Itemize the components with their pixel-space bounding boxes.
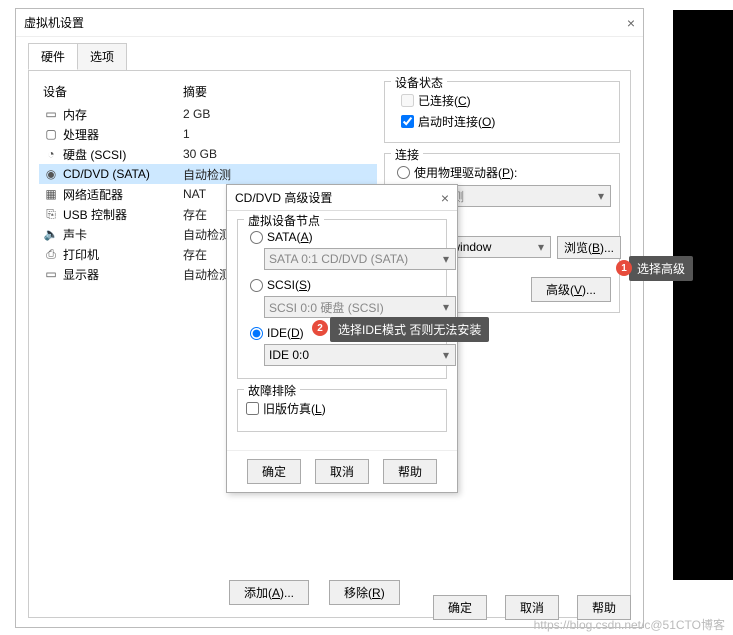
device-icon: ⎙ bbox=[43, 247, 59, 262]
ide-select[interactable]: IDE 0:0 bbox=[264, 344, 456, 366]
device-icon: ◔ bbox=[43, 147, 59, 161]
add-button[interactable]: 添加(A)... bbox=[229, 580, 309, 605]
device-summary: 存在 bbox=[183, 206, 207, 223]
sata-select: SATA 0:1 CD/DVD (SATA) bbox=[264, 248, 456, 270]
close-icon[interactable]: × bbox=[627, 15, 635, 31]
annotation-badge-2: 2 bbox=[312, 320, 328, 336]
device-summary: 自动检测 bbox=[183, 266, 231, 283]
device-icon: ▢ bbox=[43, 127, 59, 141]
device-name: CD/DVD (SATA) bbox=[63, 167, 183, 181]
device-name: 内存 bbox=[63, 106, 183, 123]
connected-input bbox=[401, 94, 414, 107]
remove-button[interactable]: 移除(R) bbox=[329, 580, 400, 605]
device-row-0[interactable]: ▭ 内存2 GB bbox=[39, 104, 377, 124]
background-panel bbox=[673, 10, 733, 580]
device-row-2[interactable]: ◔ 硬盘 (SCSI)30 GB bbox=[39, 144, 377, 164]
device-summary: 2 GB bbox=[183, 107, 210, 121]
device-status-group: 设备状态 已连接(C) 启动时连接(O) bbox=[384, 81, 620, 143]
device-name: 网络适配器 bbox=[63, 186, 183, 203]
connected-checkbox[interactable]: 已连接(C) bbox=[401, 92, 611, 109]
device-list-header: 设备 摘要 bbox=[39, 81, 377, 102]
browse-button[interactable]: 浏览(B)... bbox=[557, 236, 621, 259]
ok-button[interactable]: 确定 bbox=[433, 595, 487, 620]
annotation-1: 选择高级 bbox=[629, 256, 693, 281]
sub-titlebar: CD/DVD 高级设置 × bbox=[227, 185, 457, 211]
device-name: 处理器 bbox=[63, 126, 183, 143]
sub-footer: 确定 取消 帮助 bbox=[227, 450, 457, 492]
device-row-1[interactable]: ▢ 处理器1 bbox=[39, 124, 377, 144]
sub-cancel-button[interactable]: 取消 bbox=[315, 459, 369, 484]
legacy-checkbox[interactable]: 旧版仿真(L) bbox=[246, 400, 438, 417]
device-icon: ▦ bbox=[43, 187, 59, 201]
connect-on-start-checkbox[interactable]: 启动时连接(O) bbox=[401, 113, 611, 130]
device-icon: ⎘ bbox=[43, 207, 59, 222]
device-summary: 1 bbox=[183, 127, 190, 141]
virtual-node-group: 虚拟设备节点 SATA(A) SATA 0:1 CD/DVD (SATA) SC… bbox=[237, 219, 447, 379]
tab-hardware[interactable]: 硬件 bbox=[28, 43, 78, 70]
connect-on-start-input[interactable] bbox=[401, 115, 414, 128]
sub-help-button[interactable]: 帮助 bbox=[383, 459, 437, 484]
device-icon: 🔈 bbox=[43, 227, 59, 241]
device-icon: ▭ bbox=[43, 267, 59, 281]
device-summary: 自动检测 bbox=[183, 226, 231, 243]
annotation-2: 选择IDE模式 否则无法安装 bbox=[330, 317, 489, 342]
device-name: 声卡 bbox=[63, 226, 183, 243]
connection-legend: 连接 bbox=[391, 146, 423, 163]
device-name: 打印机 bbox=[63, 246, 183, 263]
advanced-button[interactable]: 高级(V)... bbox=[531, 277, 611, 302]
device-icon: ◉ bbox=[43, 167, 59, 181]
device-summary: NAT bbox=[183, 187, 206, 201]
watermark: https://blog.csdn.net/c@51CTO博客 bbox=[534, 616, 725, 633]
device-summary: 30 GB bbox=[183, 147, 217, 161]
annotation-badge-1: 1 bbox=[616, 260, 632, 276]
device-summary: 存在 bbox=[183, 246, 207, 263]
device-icon: ▭ bbox=[43, 107, 59, 121]
device-name: 显示器 bbox=[63, 266, 183, 283]
sata-radio[interactable]: SATA(A) bbox=[250, 230, 438, 244]
dialog-title: 虚拟机设置 bbox=[24, 14, 84, 31]
scsi-radio[interactable]: SCSI(S) bbox=[250, 278, 438, 292]
sub-close-icon[interactable]: × bbox=[441, 190, 449, 206]
device-name: USB 控制器 bbox=[63, 206, 183, 223]
device-buttons: 添加(A)... 移除(R) bbox=[229, 580, 400, 605]
device-summary: 自动检测 bbox=[183, 166, 231, 183]
header-summary: 摘要 bbox=[183, 83, 207, 100]
tab-options[interactable]: 选项 bbox=[77, 43, 127, 70]
troubleshoot-group: 故障排除 旧版仿真(L) bbox=[237, 389, 447, 432]
use-physical-radio[interactable]: 使用物理驱动器(P): bbox=[397, 164, 611, 181]
sub-title-text: CD/DVD 高级设置 bbox=[235, 189, 332, 206]
header-device: 设备 bbox=[43, 83, 183, 100]
scsi-select: SCSI 0:0 硬盘 (SCSI) bbox=[264, 296, 456, 318]
sub-ok-button[interactable]: 确定 bbox=[247, 459, 301, 484]
status-legend: 设备状态 bbox=[391, 74, 447, 91]
titlebar: 虚拟机设置 × bbox=[16, 9, 643, 37]
device-row-3[interactable]: ◉ CD/DVD (SATA)自动检测 bbox=[39, 164, 377, 184]
tab-bar: 硬件 选项 bbox=[16, 37, 643, 70]
device-name: 硬盘 (SCSI) bbox=[63, 146, 183, 163]
